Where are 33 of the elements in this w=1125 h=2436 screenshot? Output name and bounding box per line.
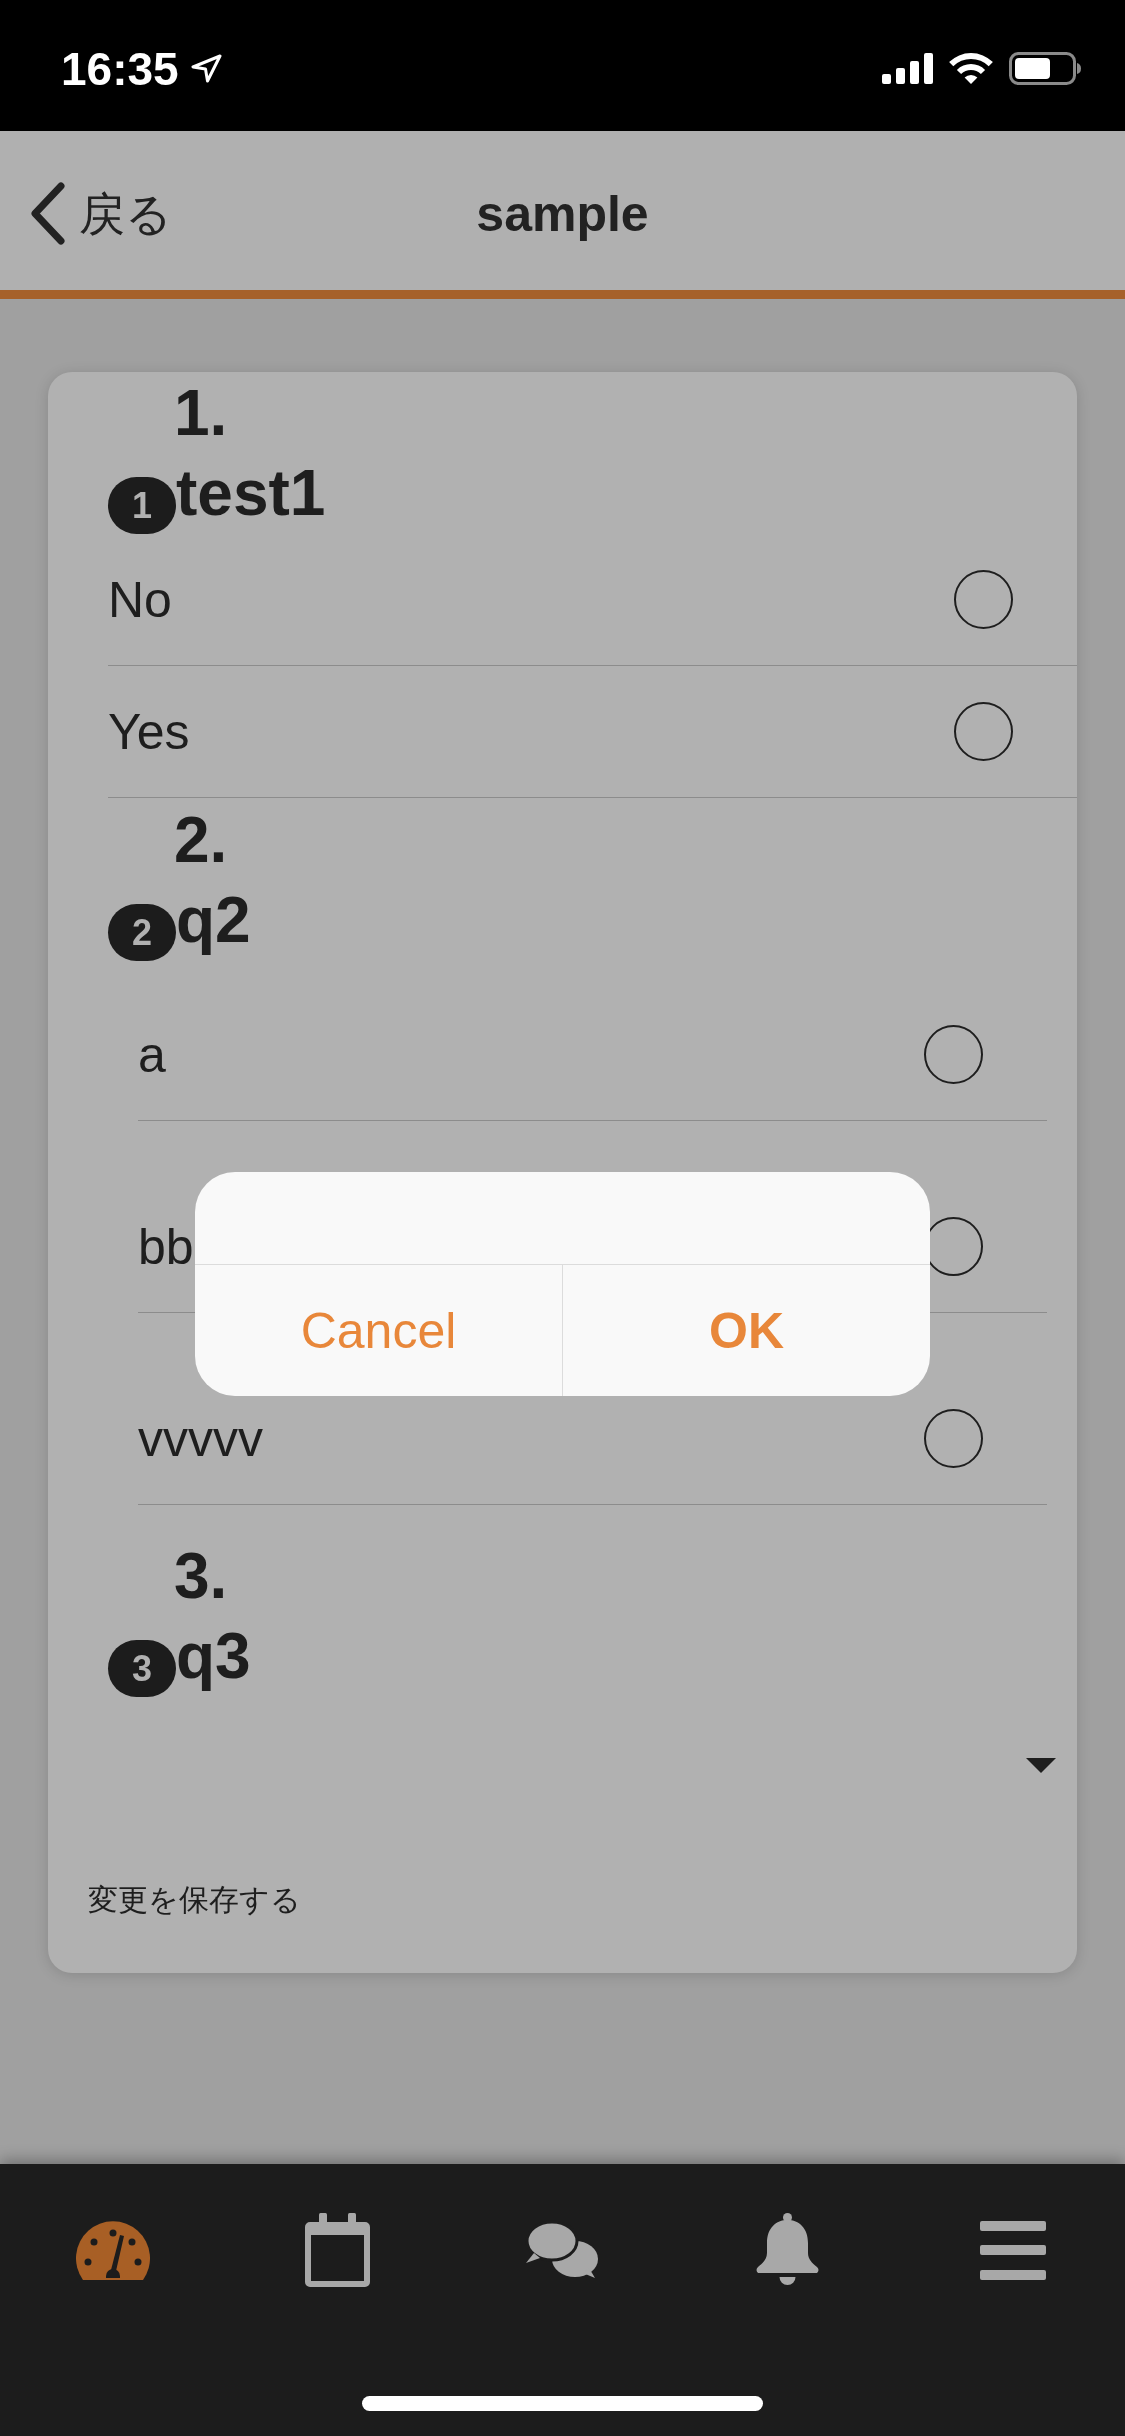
radio-button[interactable] (924, 1409, 983, 1468)
question-title: q3 (176, 1621, 251, 1691)
option-label: Yes (108, 702, 190, 762)
gauge-icon (75, 2220, 150, 2280)
question-title: test1 (176, 458, 326, 528)
save-button[interactable]: 変更を保存する (88, 1880, 301, 1920)
chat-bubbles-icon (524, 2220, 601, 2280)
radio-button[interactable] (954, 570, 1013, 629)
option-label: bb (138, 1217, 194, 1277)
calendar-icon (305, 2213, 370, 2287)
status-time: 16:35 (61, 45, 179, 92)
radio-button[interactable] (924, 1025, 983, 1084)
question-number: 3. (174, 1540, 228, 1612)
number-badge: 1 (108, 477, 176, 534)
option-label: a (138, 1025, 166, 1085)
location-arrow-icon (190, 54, 222, 83)
radio-button[interactable] (954, 702, 1013, 761)
page-title: sample (476, 188, 649, 239)
bell-icon (755, 2213, 820, 2287)
number-badge: 3 (108, 1640, 176, 1697)
question-number: 2. (174, 804, 228, 876)
question-title: q2 (176, 885, 251, 955)
option-label: vvvvv (138, 1409, 263, 1469)
question-number: 1. (174, 377, 228, 449)
caret-down-icon (1026, 1757, 1056, 1773)
number-badge: 2 (108, 904, 176, 961)
battery-icon (1009, 52, 1082, 85)
option-label: No (108, 570, 172, 630)
wifi-icon (948, 52, 994, 85)
signal-icon (882, 53, 933, 84)
menu-icon (979, 2220, 1046, 2280)
back-button[interactable]: 戻る (29, 182, 172, 245)
chevron-left-icon (29, 182, 66, 245)
